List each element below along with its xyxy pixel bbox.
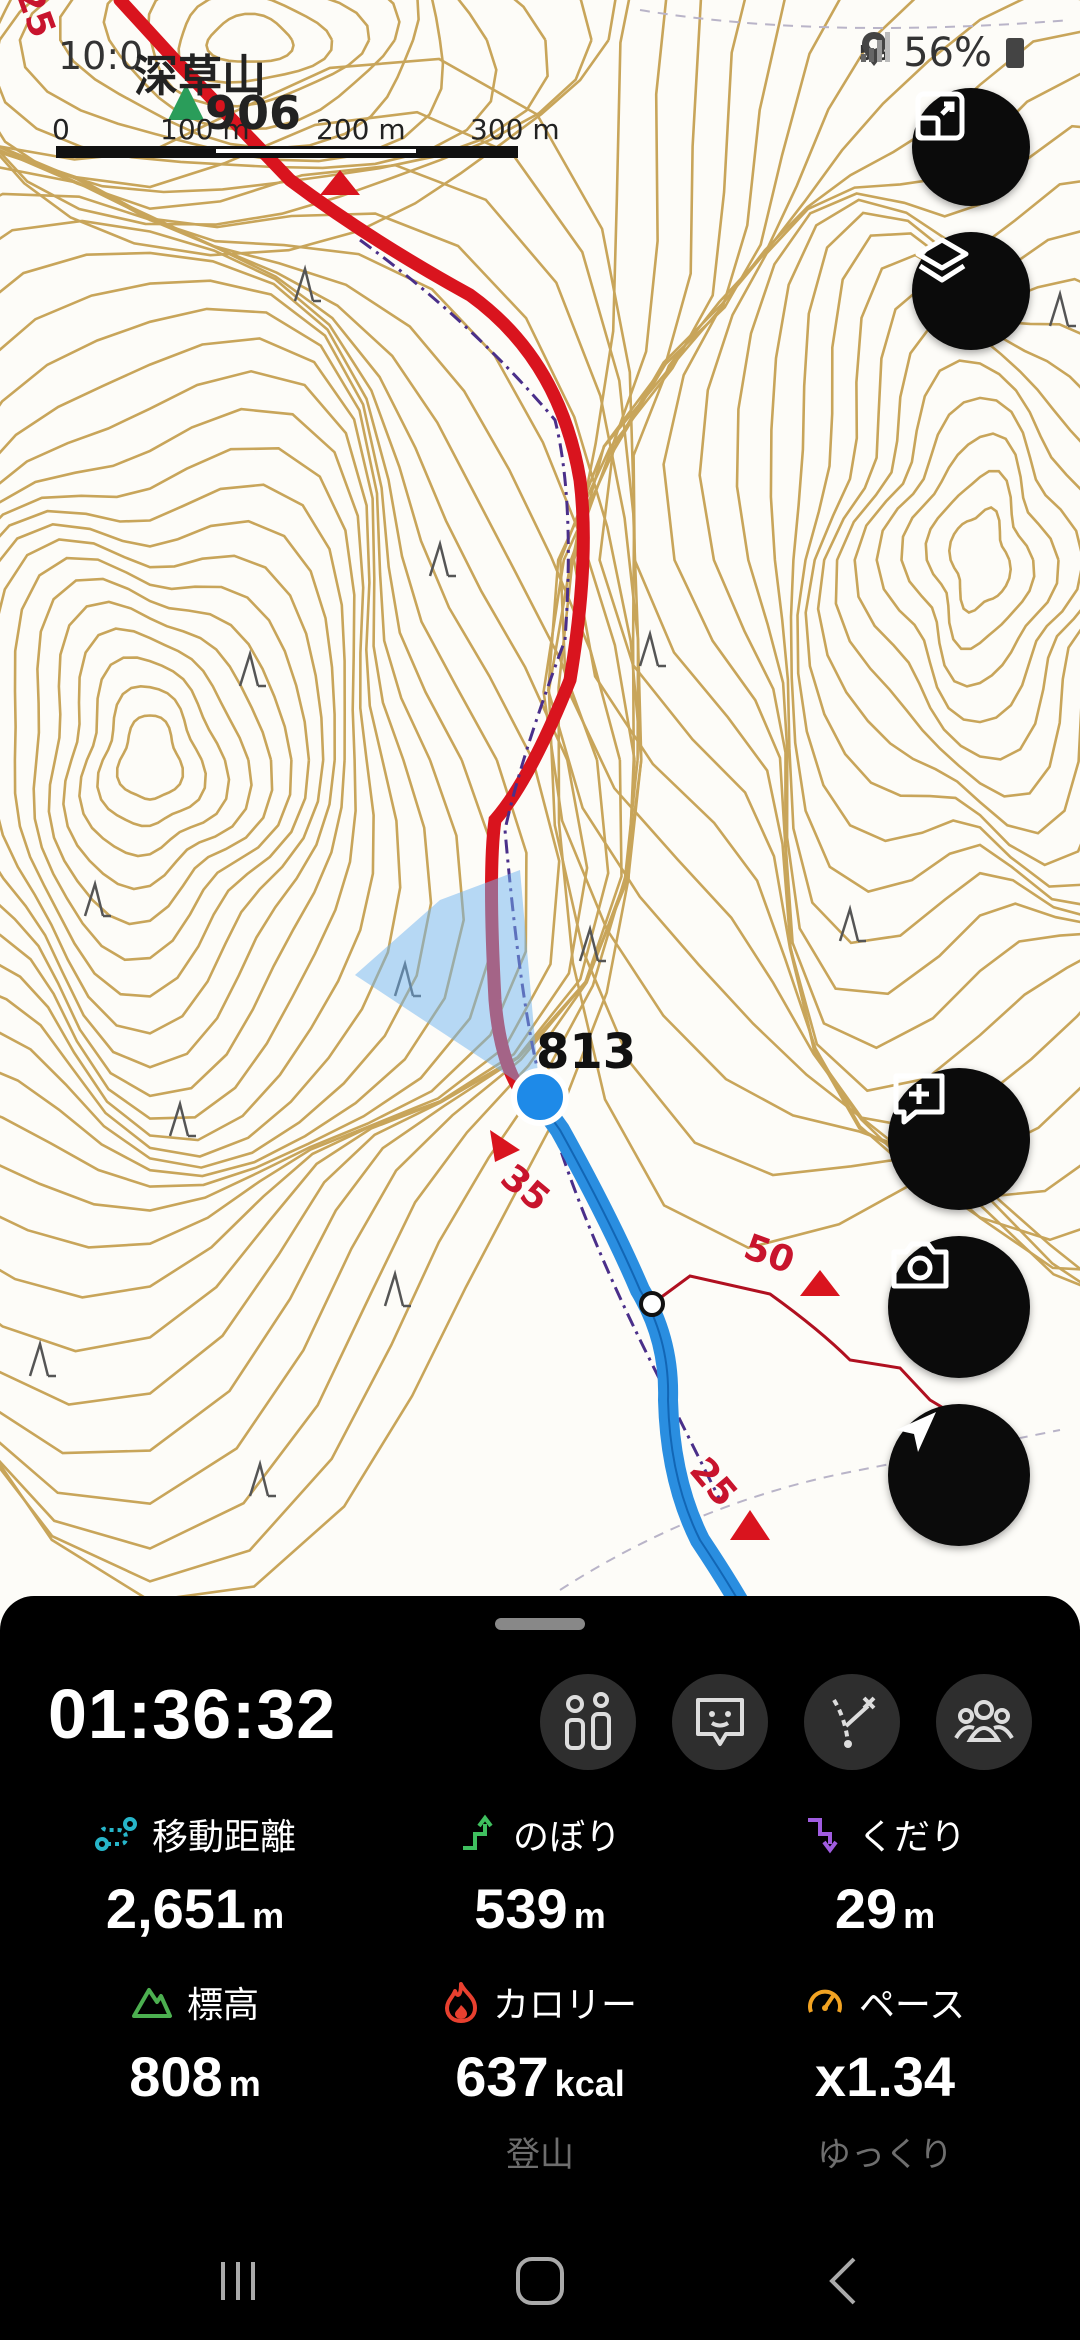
scale-label: 300 m [470, 113, 560, 146]
stat-calories: カロリー 637 kcal 登山 [375, 1976, 705, 2176]
topo-map[interactable]: 10:0 5G 56% 深草山 906 0 100 m 200 m 300 m [0, 0, 1080, 1640]
back-button[interactable] [784, 2236, 904, 2326]
status-icons: 5G 56% [859, 30, 1024, 76]
scale-label: 100 m [160, 113, 250, 146]
contour-line [662, 30, 1080, 1093]
stat-value: 29 [834, 1877, 898, 1940]
flame-icon [444, 1982, 477, 2023]
add-comment-icon [893, 1073, 945, 1125]
trail-arrow [730, 1510, 770, 1540]
vegetation-symbol [168, 1099, 196, 1138]
stat-elevation: 標高 808 m [30, 1976, 360, 2109]
stat-unit: m [252, 1895, 285, 1936]
vegetation-symbol [83, 879, 111, 918]
guide-button[interactable] [672, 1674, 768, 1770]
contour-line [735, 124, 1080, 996]
battery-icon [1006, 38, 1024, 68]
stat-value: x1.34 [814, 2045, 956, 2108]
stat-pace: ペース x1.34 ゆっくり [720, 1976, 1050, 2176]
stat-value: 539 [474, 1877, 568, 1940]
descent-icon [807, 1818, 838, 1854]
vegetation-symbol [383, 1269, 411, 1308]
status-time: 10:0 [58, 34, 144, 78]
back-icon [829, 2257, 856, 2305]
contour-line [0, 407, 375, 1142]
contour-line [853, 359, 1080, 761]
vegetation-symbol [1048, 289, 1076, 328]
add-note-button[interactable] [888, 1068, 1030, 1210]
stat-value: 637 [455, 2045, 549, 2108]
route-button[interactable] [540, 1674, 636, 1770]
app-screen: 10:0 5G 56% 深草山 906 0 100 m 200 m 300 m [0, 0, 1080, 2340]
fullscreen-button[interactable] [912, 88, 1030, 206]
contour-line [0, 219, 561, 1249]
contour-line [47, 600, 274, 926]
vegetation-symbol [28, 1339, 56, 1378]
battery-percent: 56% [903, 30, 992, 76]
system-nav-bar [0, 2236, 1080, 2336]
recent-apps-button[interactable] [178, 2236, 298, 2326]
stat-distance: 移動距離 2,651 m [30, 1808, 360, 1941]
vegetation-symbol [638, 629, 666, 668]
stat-unit: kcal [554, 2063, 625, 2104]
elapsed-time: 01:36:32 [48, 1675, 337, 1753]
off-route-icon [832, 1696, 876, 1748]
stat-unit: m [228, 2063, 261, 2104]
junction-node [639, 1291, 665, 1317]
trail-arrow [800, 1270, 840, 1296]
guide-icon [696, 1698, 744, 1746]
group-icon [954, 1700, 1014, 1742]
scale-label: 200 m [316, 113, 406, 146]
contour-line [924, 469, 1036, 651]
contour-line [875, 396, 1080, 724]
camera-button[interactable] [888, 1236, 1030, 1378]
recent-apps-icon [221, 2262, 255, 2300]
stat-label: カロリー [492, 1985, 637, 2026]
group-button[interactable] [936, 1674, 1032, 1770]
camera-icon [891, 1241, 949, 1289]
stat-label: 移動距離 [151, 1817, 296, 1858]
off-route-button[interactable] [804, 1674, 900, 1770]
home-button[interactable] [480, 2236, 600, 2326]
speedometer-icon [807, 1989, 842, 2013]
route-icon [565, 1692, 611, 1750]
scale-bar [56, 146, 518, 158]
ascent-icon [462, 1814, 493, 1850]
stat-value: 2,651 [105, 1877, 247, 1940]
stat-unit: m [573, 1895, 606, 1936]
signal-icon [860, 32, 890, 62]
mountain-icon [131, 1988, 172, 2018]
navigation-arrow-icon [896, 1412, 936, 1452]
current-elevation-label: 813 [536, 1024, 637, 1080]
boundary-line [639, 9, 1071, 29]
fullscreen-icon [915, 91, 965, 141]
contour-line [115, 714, 185, 801]
layers-icon [915, 237, 969, 283]
stat-unit: m [903, 1895, 936, 1936]
stat-label: くだり [857, 1817, 966, 1858]
heading-cone [355, 870, 540, 1097]
drag-handle[interactable] [495, 1618, 585, 1630]
locate-button[interactable] [888, 1404, 1030, 1546]
layers-button[interactable] [912, 232, 1030, 350]
scale-label: 0 [52, 113, 70, 146]
home-icon [516, 2257, 564, 2305]
activity-panel: 01:36:32 移動距離 2,651 m のぼり 539 m くだり 29 m… [0, 1596, 1080, 2340]
stat-ascent: のぼり 539 m [375, 1808, 705, 1941]
stat-value: 808 [129, 2045, 223, 2108]
stat-subtext: ゆっくり [817, 2135, 953, 2175]
stat-label: 標高 [186, 1985, 259, 2026]
contour-line [96, 684, 208, 828]
contour-line [947, 506, 1013, 614]
contour-line [32, 577, 293, 962]
distance-icon [94, 1817, 137, 1851]
stat-descent: くだり 29 m [720, 1808, 1050, 1941]
stat-subtext: 登山 [506, 2135, 574, 2175]
planned-route [359, 238, 722, 1501]
stat-label: ペース [858, 1985, 966, 2026]
stat-label: のぼり [512, 1817, 621, 1858]
